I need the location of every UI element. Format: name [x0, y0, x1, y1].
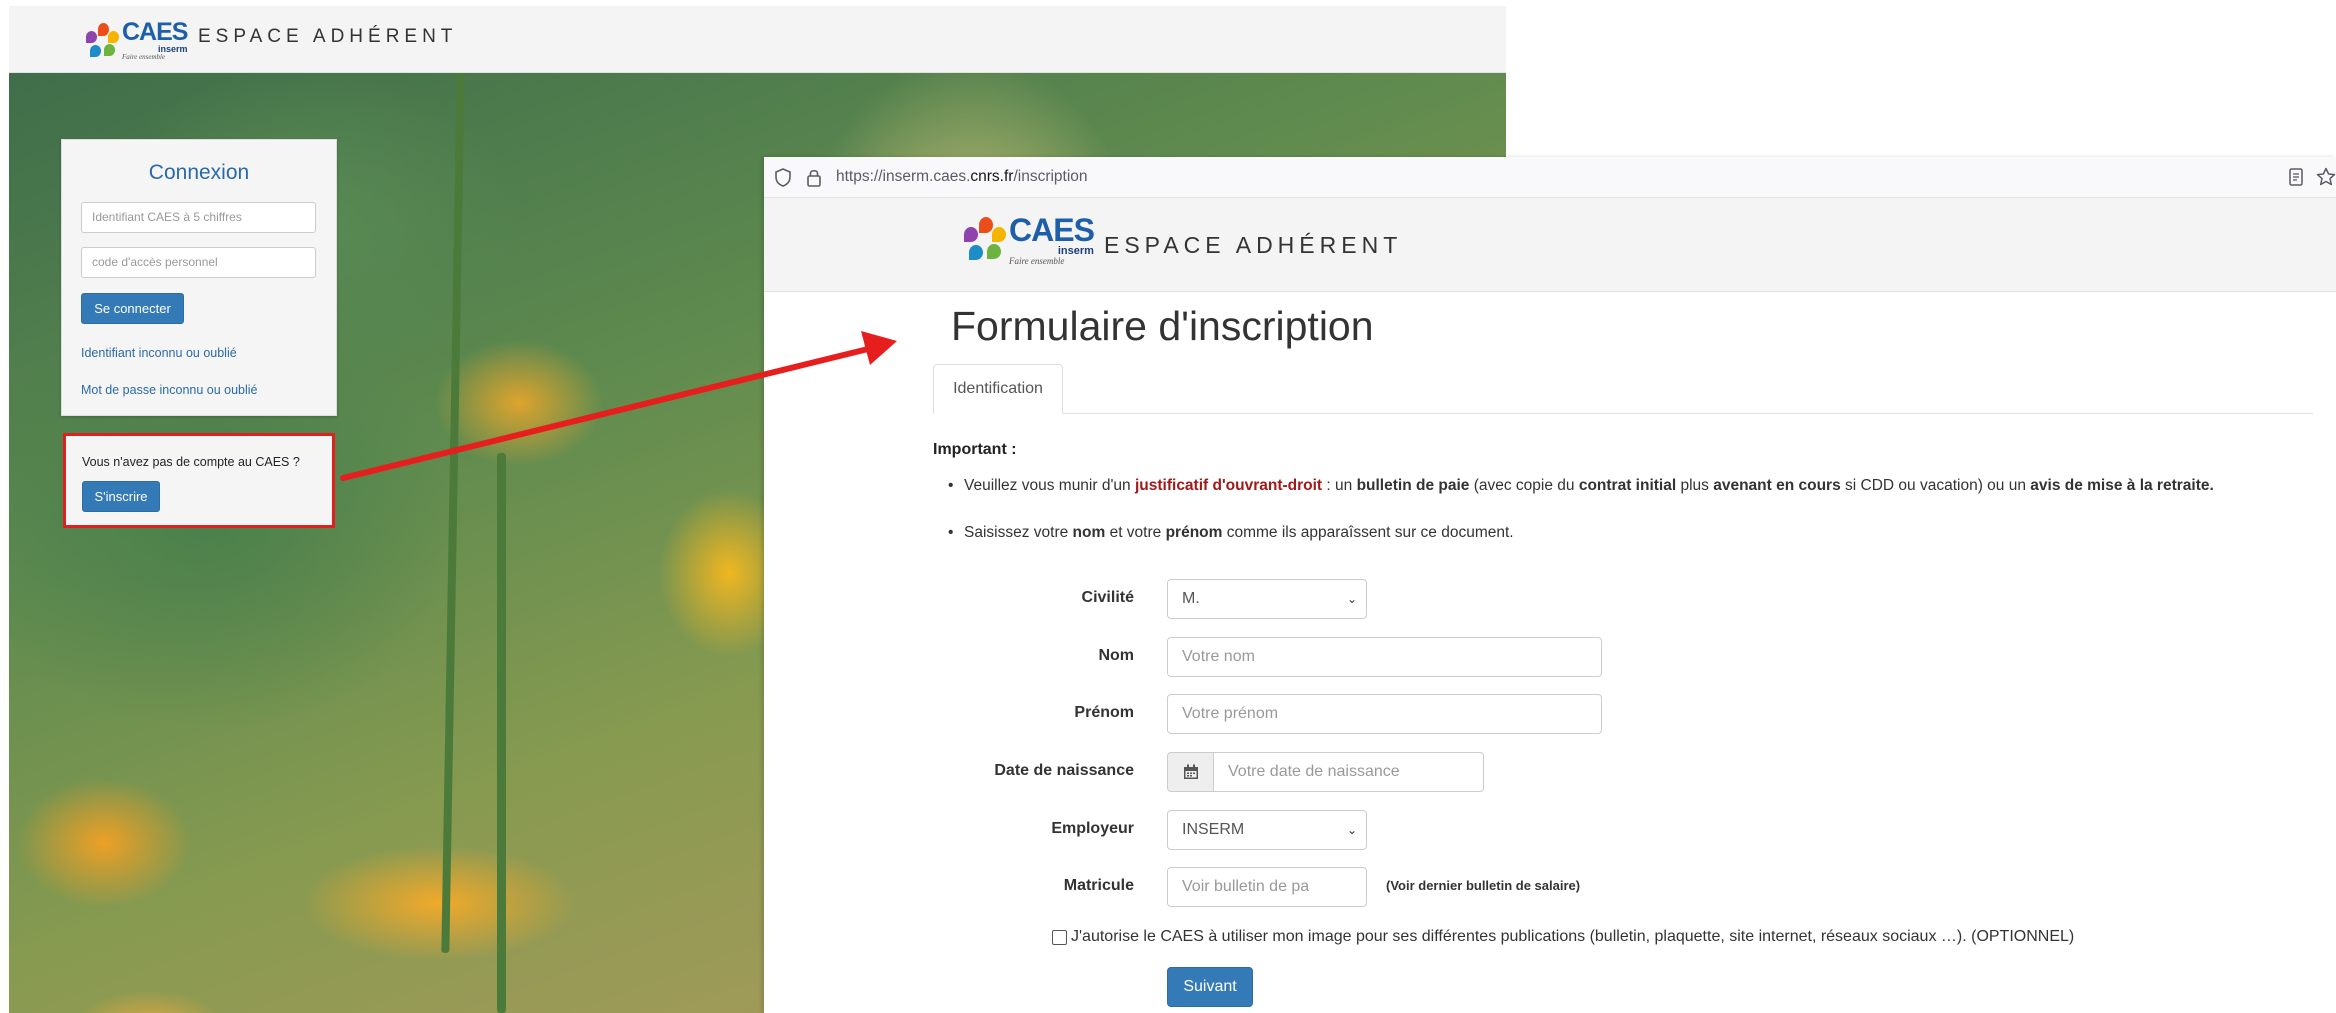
chevron-down-icon: ⌄ — [1346, 823, 1357, 837]
access-code-input[interactable]: code d'accès personnel — [81, 247, 316, 278]
login-panel: Connexion Identifiant CAES à 5 chiffres … — [61, 139, 337, 416]
tab-identification[interactable]: Identification — [933, 364, 1063, 414]
flower-logo-icon — [964, 217, 1006, 263]
civilite-select[interactable]: M. ⌄ — [1167, 579, 1367, 619]
matricule-label: Matricule — [1063, 877, 1134, 894]
matricule-hint: (Voir dernier bulletin de salaire) — [1386, 878, 1581, 893]
logo-word: CAES — [122, 18, 188, 46]
flower-stem — [497, 453, 506, 1013]
signup-button[interactable]: S'inscrire — [82, 481, 160, 512]
connect-button[interactable]: Se connecter — [81, 293, 184, 324]
reader-view-icon[interactable] — [2288, 168, 2304, 186]
url-domain: cnrs.fr — [970, 168, 1014, 185]
browser-url-bar[interactable]: https://inserm.caes.cnrs.fr/inscription — [764, 157, 2336, 198]
site-header: CAES inserm Faire ensemble ESPACE ADHÉRE… — [764, 198, 2336, 292]
lock-icon[interactable] — [806, 167, 822, 187]
nom-input[interactable]: Votre nom — [1167, 637, 1602, 677]
signup-panel: Vous n'avez pas de compte au CAES ? S'in… — [63, 433, 335, 528]
instruction-text: Saisissez votre nom et votre prénom comm… — [964, 524, 1514, 541]
forgot-password-link[interactable]: Mot de passe inconnu ou oublié — [81, 383, 258, 397]
image-consent-checkbox[interactable] — [1052, 930, 1067, 945]
flower-logo-icon — [86, 22, 120, 59]
espace-adherent-title: ESPACE ADHÉRENT — [1104, 232, 1403, 258]
prenom-input[interactable]: Votre prénom — [1167, 694, 1602, 734]
shield-icon[interactable] — [774, 168, 792, 187]
employeur-label: Employeur — [1051, 820, 1134, 837]
no-account-text: Vous n'avez pas de compte au CAES ? — [82, 455, 300, 469]
instruction-bullet: • Veuillez vous munir d'un justificatif … — [948, 474, 2318, 522]
date-input[interactable]: Votre date de naissance — [1213, 752, 1484, 792]
url-path: /inscription — [1013, 168, 1088, 185]
site-header: CAES inserm Faire ensemble ESPACE ADHÉRE… — [9, 6, 1506, 73]
calendar-icon — [1184, 764, 1198, 779]
forgot-identifier-link[interactable]: Identifiant inconnu ou oublié — [81, 346, 237, 360]
star-icon[interactable] — [2316, 167, 2336, 187]
espace-adherent-title: ESPACE ADHÉRENT — [198, 26, 458, 47]
caes-logo[interactable]: CAES inserm Faire ensemble — [86, 18, 188, 61]
logo-tagline: Faire ensemble — [122, 53, 166, 61]
caes-logo[interactable]: CAES inserm Faire ensemble — [964, 212, 1095, 266]
image-consent-label[interactable]: J'autorise le CAES à utiliser mon image … — [1071, 928, 2074, 946]
logo-tagline: Faire ensemble — [1009, 256, 1065, 266]
logo-word: CAES — [1009, 212, 1095, 248]
url-text[interactable]: https://inserm.caes.cnrs.fr/inscription — [836, 168, 1088, 186]
date-label: Date de naissance — [994, 762, 1134, 779]
login-title: Connexion — [148, 161, 250, 184]
civilite-label: Civilité — [1081, 589, 1134, 606]
civilite-value: M. — [1182, 590, 1200, 607]
important-label: Important : — [933, 441, 1017, 458]
tab-bar-divider — [933, 413, 2313, 414]
matricule-input[interactable]: Voir bulletin de pa — [1167, 867, 1367, 907]
flower-stem — [441, 72, 465, 954]
url-prefix: https://inserm.caes. — [836, 168, 971, 185]
prenom-label: Prénom — [1074, 704, 1134, 721]
chevron-down-icon: ⌄ — [1346, 592, 1357, 606]
employeur-select[interactable]: INSERM ⌄ — [1167, 810, 1367, 850]
date-addon[interactable] — [1167, 752, 1214, 792]
registration-page-window: https://inserm.caes.cnrs.fr/inscription … — [764, 157, 2336, 1013]
page-title: Formulaire d'inscription — [951, 303, 1374, 349]
nom-label: Nom — [1098, 647, 1134, 664]
next-button[interactable]: Suivant — [1167, 967, 1253, 1007]
identifiant-input[interactable]: Identifiant CAES à 5 chiffres — [81, 202, 316, 233]
employeur-value: INSERM — [1182, 821, 1245, 838]
instruction-bullet: • Saisissez votre nom et votre prénom co… — [948, 521, 2318, 545]
instruction-text: Veuillez vous munir d'un justificatif d'… — [964, 477, 2214, 494]
